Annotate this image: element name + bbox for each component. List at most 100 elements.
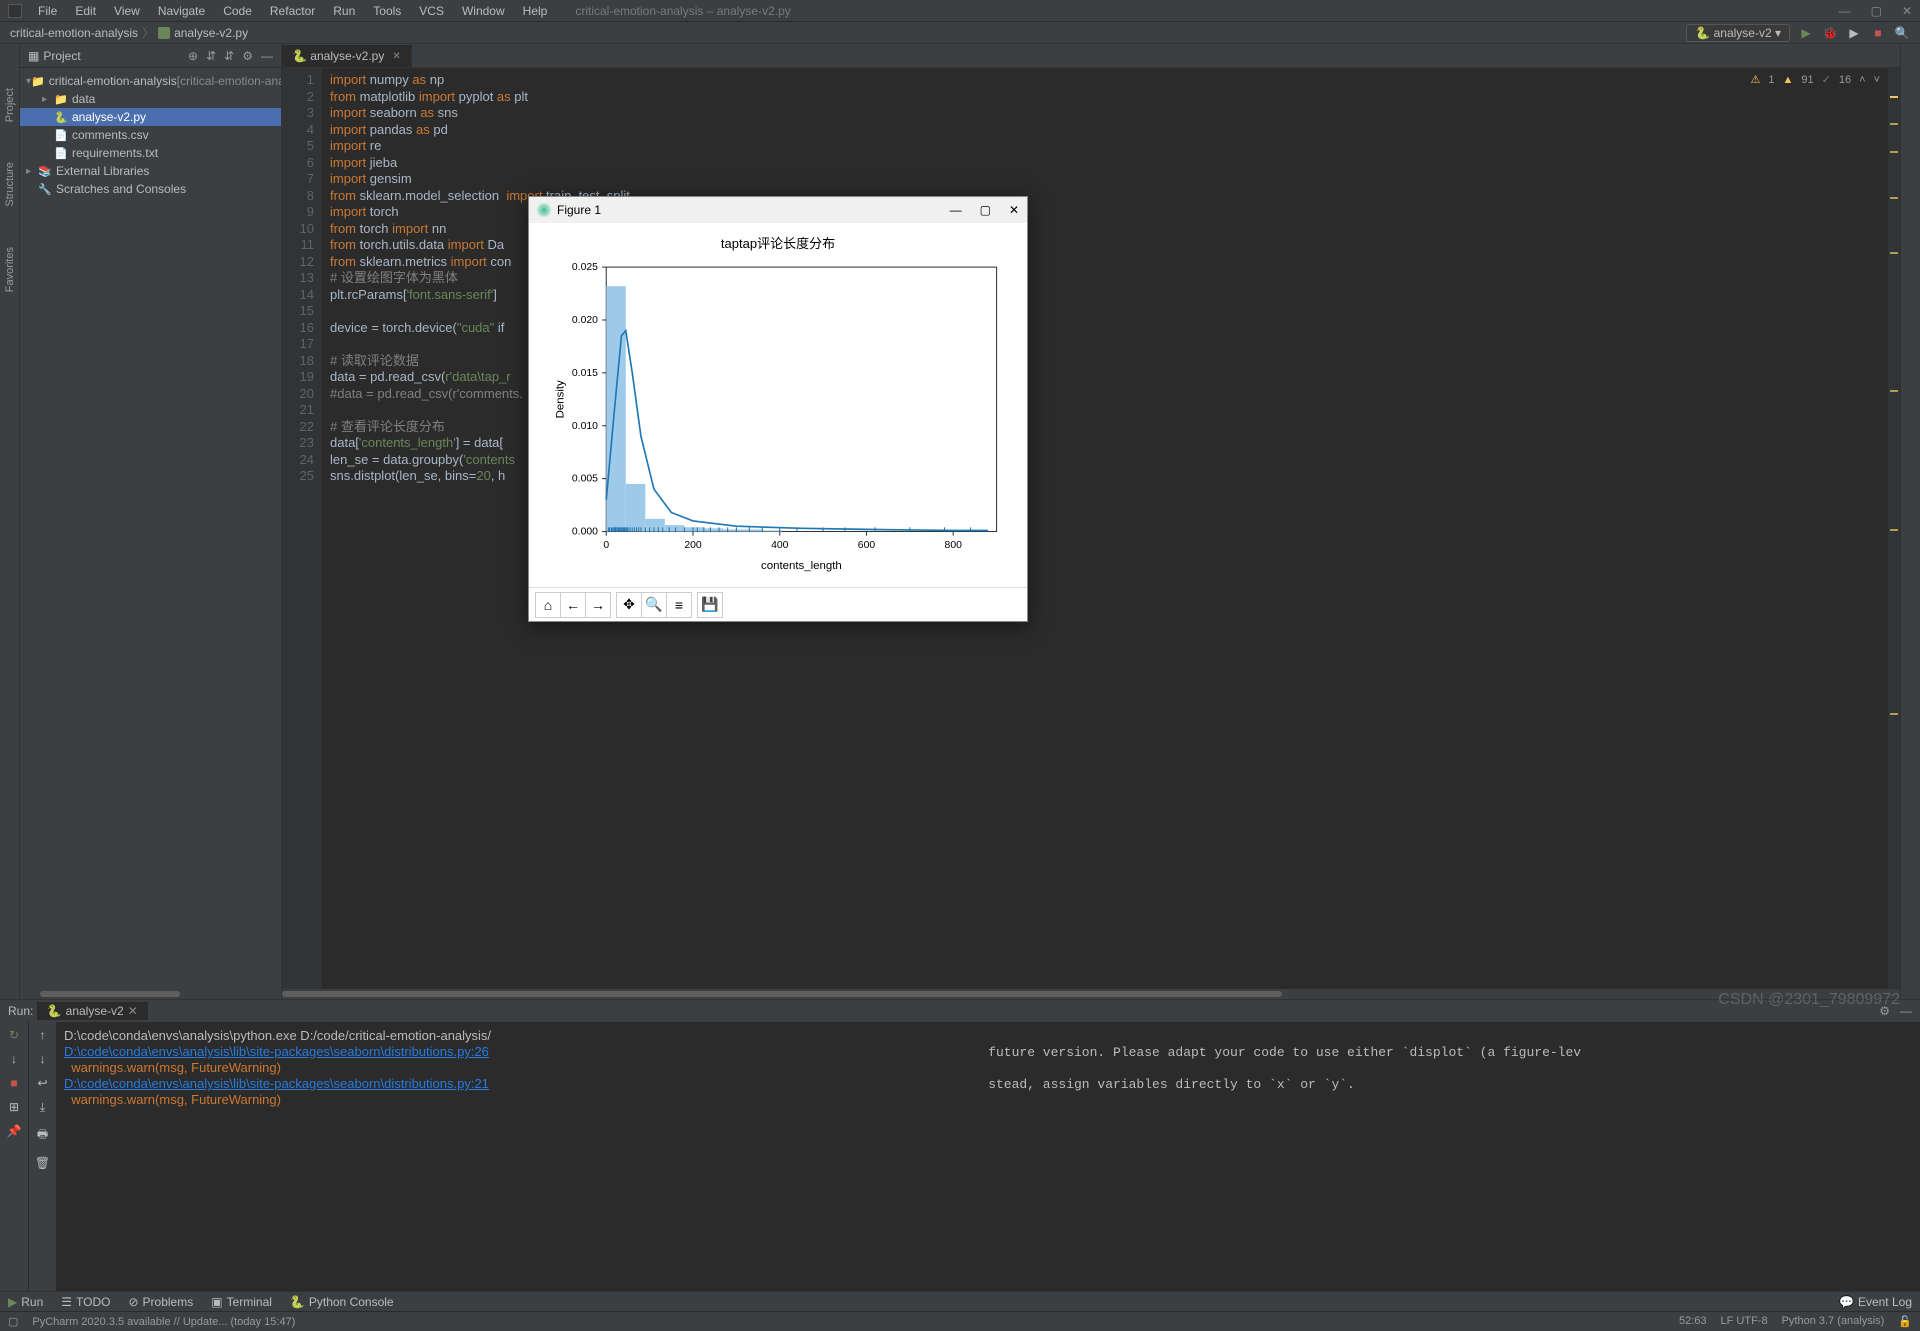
menu-help[interactable]: Help [515,2,556,20]
app-logo-icon [8,4,22,18]
close-tab-icon[interactable]: ✕ [128,1004,138,1018]
todo-tool-button[interactable]: ☰TODO [61,1295,110,1309]
svg-text:200: 200 [684,540,702,551]
settings-gear-icon[interactable]: ⚙ [242,49,253,63]
settings-gear-icon[interactable]: ⚙ [1879,1004,1890,1018]
run-button[interactable]: ▶ [1798,25,1814,41]
configure-icon[interactable]: ≡ [666,592,692,618]
tool-windows-button[interactable]: ▢ [8,1315,18,1328]
python-file-icon [158,27,170,39]
project-tool-window: ▦ Project ⊕ ⇵ ⇵ ⚙ — ▾📁critical-emotion-a… [20,44,282,999]
run-toolbar-left-2: ↑ ↓ ↩ ⤓ 🖶 🗑 [28,1022,56,1291]
layout-button[interactable]: ⊞ [9,1100,19,1114]
tree-item[interactable]: ▾📁critical-emotion-analysis [critical-em… [20,72,281,90]
run-tool-button[interactable]: ▶Run [8,1295,43,1309]
pin-button[interactable]: 📌 [7,1124,22,1138]
menu-file[interactable]: File [30,2,65,20]
tree-item[interactable]: 🐍analyse-v2.py [20,108,281,126]
code-editor[interactable]: 1234567891011121314151617181920212223242… [282,68,1900,989]
hide-panel-icon[interactable]: — [261,49,273,63]
menu-tools[interactable]: Tools [365,2,409,20]
tree-item[interactable]: ▸📚External Libraries [20,162,281,180]
svg-text:contents_length: contents_length [761,560,842,572]
editor-tab-active[interactable]: 🐍 analyse-v2.py ✕ [282,45,412,67]
svg-text:600: 600 [858,540,876,551]
down-button[interactable]: ↓ [40,1052,46,1066]
project-tree[interactable]: ▾📁critical-emotion-analysis [critical-em… [20,68,281,989]
right-tool-stripe [1900,44,1920,999]
project-tool-tab[interactable]: Project [4,88,16,122]
weak-warning-icon: ▲ [1783,72,1794,89]
python-console-tool-button[interactable]: 🐍Python Console [290,1295,394,1309]
menu-navigate[interactable]: Navigate [150,2,213,20]
chevron-up-icon[interactable]: ˄ [1859,72,1865,89]
maximize-icon[interactable]: ▢ [1871,4,1882,18]
zoom-icon[interactable]: 🔍 [641,592,667,618]
breadcrumb-file[interactable]: analyse-v2.py [174,26,248,40]
chevron-down-icon[interactable]: ˅ [1874,72,1880,89]
debug-button[interactable]: 🐞 [1822,25,1838,41]
favorites-tool-tab[interactable]: Favorites [4,247,16,292]
navigation-bar: critical-emotion-analysis 〉 analyse-v2.p… [0,22,1920,44]
tree-item[interactable]: 🔧Scratches and Consoles [20,180,281,198]
search-everywhere-button[interactable]: 🔍 [1894,25,1910,41]
maximize-icon[interactable]: ▢ [980,203,991,217]
tree-item[interactable]: 📄comments.csv [20,126,281,144]
close-icon[interactable]: ✕ [1902,4,1912,18]
minimize-icon[interactable]: — [950,203,962,217]
menu-view[interactable]: View [106,2,148,20]
problems-tool-button[interactable]: ⊘Problems [128,1295,193,1309]
project-panel-title: Project [43,49,80,63]
minimize-icon[interactable]: — [1839,4,1851,18]
structure-tool-tab[interactable]: Structure [4,162,16,207]
lock-icon[interactable]: 🔓 [1898,1315,1912,1328]
terminal-tool-button[interactable]: ▣Terminal [211,1295,272,1309]
svg-text:Density: Density [555,380,567,418]
rerun-button[interactable]: ↻ [9,1028,19,1042]
clear-button[interactable]: 🗑 [35,1156,50,1170]
menu-refactor[interactable]: Refactor [262,2,323,20]
run-console[interactable]: D:\code\conda\envs\analysis\python.exe D… [56,1022,1920,1291]
line-separator[interactable]: LF UTF-8 [1721,1315,1768,1328]
step-button[interactable]: ↓ [11,1052,17,1066]
stop-button[interactable]: ■ [10,1076,17,1090]
print-button[interactable]: 🖶 [37,1125,48,1146]
svg-text:400: 400 [771,540,789,551]
run-configuration-selector[interactable]: 🐍 analyse-v2 ▾ [1686,24,1790,42]
error-stripe[interactable] [1888,68,1900,989]
menu-window[interactable]: Window [454,2,513,20]
inspection-summary[interactable]: ⚠1 ▲91 ✓16 ˄˅ [1751,72,1880,89]
interpreter[interactable]: Python 3.7 (analysis) [1782,1315,1885,1328]
pan-icon[interactable]: ✥ [616,592,642,618]
breadcrumb-project[interactable]: critical-emotion-analysis [10,26,138,40]
figure-title-bar[interactable]: Figure 1 — ▢ ✕ [529,197,1027,223]
stop-button[interactable]: ■ [1870,25,1886,41]
tree-item[interactable]: ▸📁data [20,90,281,108]
editor-area: 🐍 analyse-v2.py ✕ 1234567891011121314151… [282,44,1900,999]
soft-wrap-button[interactable]: ↩ [37,1076,47,1090]
home-icon[interactable]: ⌂ [535,592,561,618]
menu-code[interactable]: Code [215,2,260,20]
horizontal-scrollbar[interactable] [20,989,281,999]
save-icon[interactable]: 💾 [697,592,723,618]
matplotlib-figure-window[interactable]: Figure 1 — ▢ ✕ taptap评论长度分布 020040060080… [528,196,1028,622]
editor-horizontal-scrollbar[interactable] [282,989,1900,999]
event-log-tool-button[interactable]: 💬Event Log [1839,1295,1912,1309]
menu-vcs[interactable]: VCS [411,2,452,20]
select-opened-file-icon[interactable]: ⊕ [188,49,198,63]
up-button[interactable]: ↑ [40,1028,46,1042]
hide-panel-icon[interactable]: — [1900,1004,1912,1018]
menu-run[interactable]: Run [325,2,363,20]
expand-all-icon[interactable]: ⇵ [206,49,216,63]
caret-position[interactable]: 52:63 [1679,1315,1707,1328]
run-tab[interactable]: 🐍 analyse-v2 ✕ [37,1002,148,1020]
forward-icon[interactable]: → [585,592,611,618]
tree-item[interactable]: 📄requirements.txt [20,144,281,162]
close-tab-icon[interactable]: ✕ [392,51,400,62]
coverage-button[interactable]: ▶ [1846,25,1862,41]
collapse-all-icon[interactable]: ⇵ [224,49,234,63]
back-icon[interactable]: ← [560,592,586,618]
close-icon[interactable]: ✕ [1009,203,1019,217]
scroll-to-end-button[interactable]: ⤓ [40,1100,45,1115]
menu-edit[interactable]: Edit [67,2,104,20]
